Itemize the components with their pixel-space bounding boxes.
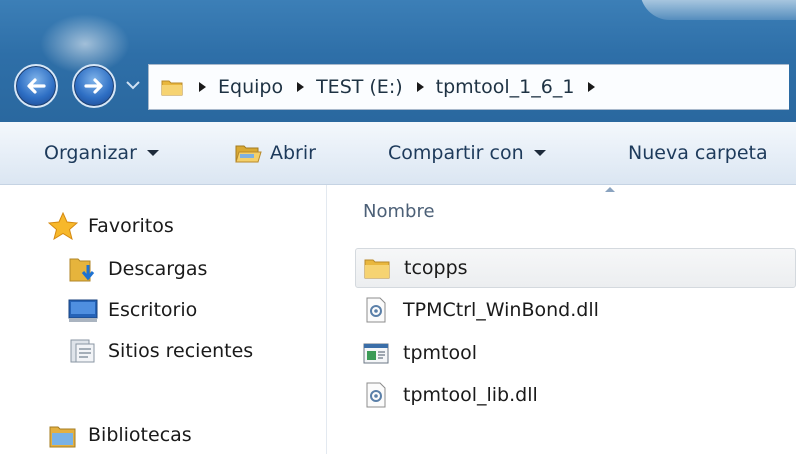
file-name: tcopps	[404, 257, 468, 279]
breadcrumb-item-test-drive[interactable]: TEST (E:)	[316, 76, 403, 98]
column-header-name[interactable]: Nombre	[363, 201, 435, 222]
command-toolbar: Organizar Abrir Compartir con Nueva carp…	[0, 122, 796, 185]
file-name: tpmtool	[403, 342, 477, 364]
forward-button[interactable]	[72, 64, 116, 108]
sidebar-item-label: Favoritos	[88, 215, 174, 237]
folder-icon	[161, 80, 183, 96]
arrow-left-icon	[27, 78, 46, 94]
file-list-pane: Nombre tcopps TPMCtrl_WinBond.dll tpmtoo…	[327, 185, 796, 454]
window-titlebar: Equipo TEST (E:) tpmtool_1_6_1	[0, 0, 796, 122]
downloads-folder-icon	[69, 258, 95, 282]
chevron-down-icon	[146, 150, 159, 156]
chevron-down-icon	[533, 150, 546, 156]
libraries-icon	[49, 426, 76, 448]
list-item[interactable]: tpmtool	[355, 333, 796, 373]
share-with-button[interactable]: Compartir con	[388, 122, 546, 184]
share-with-label: Compartir con	[388, 142, 524, 164]
breadcrumb-separator-icon[interactable]	[416, 82, 424, 92]
sidebar-item-downloads[interactable]: Descargas	[68, 255, 207, 283]
sidebar-item-favorites[interactable]: Favoritos	[48, 212, 174, 240]
recent-pages-dropdown[interactable]	[126, 79, 140, 91]
breadcrumb-separator-icon[interactable]	[297, 82, 305, 92]
recent-places-icon	[70, 339, 95, 363]
sidebar-item-libraries[interactable]: Bibliotecas	[48, 421, 192, 449]
file-name: TPMCtrl_WinBond.dll	[403, 299, 599, 321]
sort-ascending-icon	[605, 187, 615, 192]
dll-file-icon	[366, 382, 386, 408]
sidebar-item-label: Bibliotecas	[88, 424, 192, 446]
sidebar-item-recent-places[interactable]: Sitios recientes	[68, 337, 253, 365]
folder-icon	[364, 259, 390, 279]
new-folder-label: Nueva carpeta	[628, 142, 768, 164]
star-icon	[48, 212, 78, 240]
sidebar-item-label: Escritorio	[108, 299, 198, 321]
navigation-pane: Favoritos Descargas Escritorio Sitios re…	[0, 185, 327, 454]
file-name: tpmtool_lib.dll	[403, 384, 538, 406]
breadcrumb-item-tpmtool[interactable]: tpmtool_1_6_1	[436, 76, 575, 98]
application-icon	[363, 343, 389, 364]
desktop-icon	[68, 299, 98, 322]
chevron-down-icon	[126, 81, 140, 90]
breadcrumb: Equipo TEST (E:) tpmtool_1_6_1	[195, 76, 607, 98]
sidebar-item-label: Descargas	[108, 258, 208, 280]
list-item[interactable]: TPMCtrl_WinBond.dll	[355, 290, 796, 330]
list-item[interactable]: tcopps	[355, 248, 796, 288]
back-button[interactable]	[14, 64, 58, 108]
sidebar-item-label: Sitios recientes	[108, 340, 254, 362]
open-label: Abrir	[270, 142, 316, 164]
list-item[interactable]: tpmtool_lib.dll	[355, 375, 796, 415]
dll-file-icon	[366, 297, 386, 323]
organize-label: Organizar	[44, 142, 137, 164]
address-bar[interactable]: Equipo TEST (E:) tpmtool_1_6_1	[148, 64, 789, 110]
breadcrumb-separator-icon[interactable]	[588, 82, 596, 92]
breadcrumb-item-equipo[interactable]: Equipo	[218, 76, 283, 98]
breadcrumb-separator-icon[interactable]	[199, 82, 206, 92]
open-button[interactable]: Abrir	[234, 122, 316, 184]
new-folder-button[interactable]: Nueva carpeta	[628, 122, 768, 184]
arrow-right-icon	[84, 78, 103, 94]
glass-highlight	[640, 0, 796, 20]
sidebar-item-desktop[interactable]: Escritorio	[68, 296, 197, 324]
open-folder-icon	[235, 145, 262, 163]
organize-button[interactable]: Organizar	[44, 122, 159, 184]
